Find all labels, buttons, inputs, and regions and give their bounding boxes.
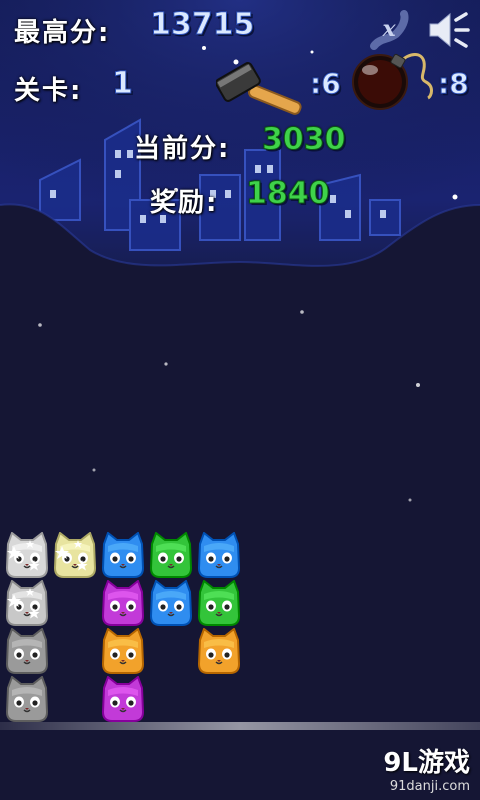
cat-tile[interactable] xyxy=(196,579,242,626)
watermark: 9L游戏 91danji.com xyxy=(383,742,470,794)
cat-tile[interactable] xyxy=(100,675,146,722)
board-floor xyxy=(0,722,480,730)
watermark-url: 91danji.com xyxy=(389,779,470,794)
cat-tile[interactable] xyxy=(148,531,194,578)
cat-tile-inactive[interactable] xyxy=(4,627,50,674)
cat-tile[interactable] xyxy=(196,531,242,578)
cat-tile-clearing[interactable] xyxy=(52,531,98,578)
cat-tile[interactable] xyxy=(196,627,242,674)
cat-tile-clearing[interactable] xyxy=(4,531,50,578)
cat-tile-clearing[interactable] xyxy=(4,579,50,626)
cat-tile[interactable] xyxy=(100,579,146,626)
cat-tile[interactable] xyxy=(148,579,194,626)
game-board xyxy=(0,0,480,800)
watermark-logo: 9L游戏 xyxy=(383,748,470,778)
cat-tile-inactive[interactable] xyxy=(4,675,50,722)
cat-tile[interactable] xyxy=(100,627,146,674)
cat-tile[interactable] xyxy=(100,531,146,578)
